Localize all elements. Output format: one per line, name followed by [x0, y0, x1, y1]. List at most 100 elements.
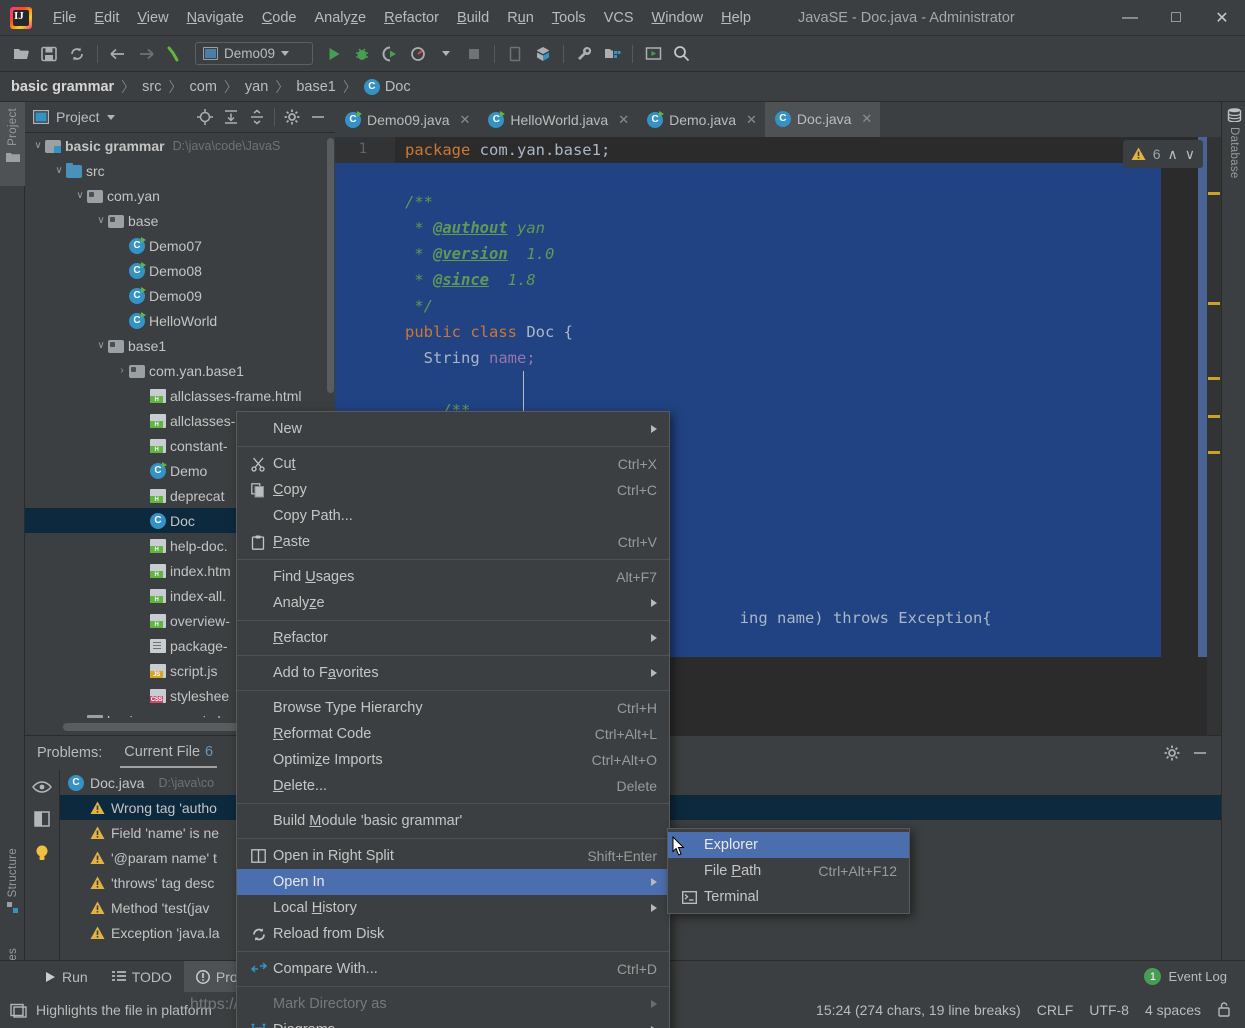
menu-code[interactable]: Code — [253, 6, 306, 30]
stripe-button-project[interactable]: Project — [0, 102, 25, 186]
warning-marker[interactable] — [1208, 415, 1220, 418]
context-menu-item-optimize-imports[interactable]: Optimize Imports Ctrl+Alt+O — [237, 747, 669, 773]
hide-icon[interactable] — [307, 106, 329, 128]
close-icon[interactable]: ✕ — [746, 112, 757, 128]
close-icon[interactable]: ✕ — [618, 112, 629, 128]
run-with-coverage-icon[interactable] — [377, 41, 403, 67]
project-structure-icon[interactable] — [599, 41, 625, 67]
editor-tab-doc[interactable]: C Doc.java ✕ — [764, 102, 881, 137]
close-icon[interactable]: ✕ — [460, 112, 471, 128]
menu-build[interactable]: Build — [448, 6, 498, 30]
context-menu-item-new[interactable]: New — [237, 416, 669, 442]
back-arrow-icon[interactable] — [105, 41, 131, 67]
editor-tab-demo[interactable]: C Demo.java ✕ — [637, 102, 765, 137]
warning-marker[interactable] — [1208, 302, 1220, 305]
chevron-down-icon[interactable]: ∨ — [94, 215, 108, 226]
context-menu-item-add-to-favorites[interactable]: Add to Favorites — [237, 660, 669, 686]
editor-tab-helloworld[interactable]: C HelloWorld.java ✕ — [478, 102, 637, 137]
open-in-submenu[interactable]: Explorer File Path Ctrl+Alt+F12 Terminal — [667, 828, 910, 914]
bottom-tab-run[interactable]: Run — [32, 961, 100, 993]
menu-analyze[interactable]: Analyze — [306, 6, 376, 30]
debug-icon[interactable] — [349, 41, 375, 67]
breadcrumb-item-5[interactable]: Doc — [385, 79, 411, 95]
context-menu-item-open-in-right-split[interactable]: Open in Right Split Shift+Enter — [237, 843, 669, 869]
stripe-button-database[interactable]: Database — [1222, 102, 1245, 212]
line-separator[interactable]: CRLF — [1037, 1002, 1074, 1018]
sync-gradle-icon[interactable] — [530, 41, 556, 67]
profiler-icon[interactable] — [405, 41, 431, 67]
save-icon[interactable] — [36, 41, 62, 67]
submenu-item-terminal[interactable]: Terminal — [668, 884, 909, 910]
context-menu-item-local-history[interactable]: Local History — [237, 895, 669, 921]
minimize-icon[interactable]: — — [1107, 1, 1153, 35]
caret-position[interactable]: 15:24 (274 chars, 19 line breaks) — [816, 1002, 1021, 1018]
context-menu-item-delete[interactable]: Delete... Delete — [237, 773, 669, 799]
chevron-down-icon[interactable] — [433, 41, 459, 67]
context-menu-item-refactor[interactable]: Refactor — [237, 625, 669, 651]
close-icon[interactable]: ✕ — [861, 111, 872, 127]
settings-wrench-icon[interactable] — [571, 41, 597, 67]
menu-help[interactable]: Help — [712, 6, 760, 30]
context-menu-item-reformat-code[interactable]: Reformat Code Ctrl+Alt+L — [237, 721, 669, 747]
context-menu-item-compare-with[interactable]: Compare With... Ctrl+D — [237, 956, 669, 982]
context-menu-item-paste[interactable]: Paste Ctrl+V — [237, 529, 669, 555]
tree-node-base1[interactable]: ∨ base1 — [25, 333, 335, 358]
run-icon[interactable] — [321, 41, 347, 67]
tree-node-allclasses-frame-html[interactable]: Hallclasses-frame.html — [25, 383, 335, 408]
menu-view[interactable]: View — [128, 6, 177, 30]
menu-refactor[interactable]: Refactor — [375, 6, 448, 30]
locate-icon[interactable] — [194, 106, 216, 128]
error-stripe[interactable] — [1207, 137, 1221, 735]
context-menu[interactable]: New Cut Ctrl+X Copy Ctrl+C Copy Path... Paste C… — [236, 411, 670, 1028]
select-opened-file-icon[interactable] — [640, 41, 666, 67]
chevron-down-icon[interactable]: ∨ — [52, 165, 66, 176]
breadcrumb-item-0[interactable]: basic grammar — [11, 79, 114, 95]
build-hammer-icon[interactable] — [161, 41, 187, 67]
file-encoding[interactable]: UTF-8 — [1089, 1002, 1129, 1018]
menu-tools[interactable]: Tools — [543, 6, 595, 30]
project-vertical-scrollbar[interactable] — [327, 138, 334, 393]
stop-icon[interactable] — [461, 41, 487, 67]
context-menu-item-browse-type-hierarchy[interactable]: Browse Type Hierarchy Ctrl+H — [237, 695, 669, 721]
event-log-button[interactable]: 1 Event Log — [1144, 968, 1245, 985]
warning-marker[interactable] — [1208, 451, 1220, 454]
context-menu-item-build-module-basic-grammar[interactable]: Build Module 'basic grammar' — [237, 808, 669, 834]
chevron-down-icon[interactable]: ∨ — [94, 340, 108, 351]
search-everywhere-icon[interactable] — [668, 41, 694, 67]
editor-tab-demo09[interactable]: C Demo09.java ✕ — [335, 102, 478, 137]
chevron-down-icon[interactable]: ∨ — [73, 190, 87, 201]
tree-node-base[interactable]: ∨ base — [25, 208, 335, 233]
context-menu-item-reload-from-disk[interactable]: Reload from Disk — [237, 921, 669, 947]
context-menu-item-copy-path[interactable]: Copy Path... — [237, 503, 669, 529]
editor-vertical-scrollbar[interactable] — [1198, 137, 1207, 657]
warning-marker[interactable] — [1208, 192, 1220, 195]
menu-window[interactable]: Window — [643, 6, 713, 30]
context-menu-item-open-in[interactable]: Open In — [237, 869, 669, 895]
device-manager-icon[interactable] — [502, 41, 528, 67]
previous-problem-icon[interactable]: ∧ — [1168, 146, 1178, 163]
submenu-item-explorer[interactable]: Explorer — [668, 832, 909, 858]
tree-node-demo08[interactable]: C Demo08 — [25, 258, 335, 283]
chevron-right-icon[interactable]: › — [115, 365, 129, 376]
preview-eye-icon[interactable] — [32, 780, 52, 797]
run-configuration-selector[interactable]: Demo09 — [195, 42, 313, 65]
context-menu-item-cut[interactable]: Cut Ctrl+X — [237, 451, 669, 477]
tree-node-src[interactable]: ∨ src — [25, 158, 335, 183]
close-icon[interactable]: ✕ — [1199, 1, 1245, 35]
tree-node-demo09[interactable]: C Demo09 — [25, 283, 335, 308]
project-horizontal-scrollbar[interactable] — [63, 723, 263, 731]
expand-all-icon[interactable] — [220, 106, 242, 128]
hide-icon[interactable] — [1189, 742, 1211, 764]
split-view-icon[interactable] — [34, 811, 50, 830]
bottom-tab-todo[interactable]: TODO — [100, 961, 184, 993]
tree-node-basic-grammar[interactable]: ∨ basic grammar D:\java\code\JavaS — [25, 133, 335, 158]
context-menu-item-analyze[interactable]: Analyze — [237, 590, 669, 616]
stripe-button-structure[interactable]: Structure — [0, 842, 25, 932]
breadcrumb-item-3[interactable]: yan — [245, 79, 268, 95]
context-menu-item-diagrams[interactable]: Diagrams — [237, 1017, 669, 1028]
maximize-icon[interactable]: □ — [1153, 1, 1199, 35]
menu-file[interactable]: File — [44, 6, 85, 30]
tree-node-com-yan-base1[interactable]: › com.yan.base1 — [25, 358, 335, 383]
open-folder-icon[interactable] — [8, 41, 34, 67]
context-menu-item-copy[interactable]: Copy Ctrl+C — [237, 477, 669, 503]
